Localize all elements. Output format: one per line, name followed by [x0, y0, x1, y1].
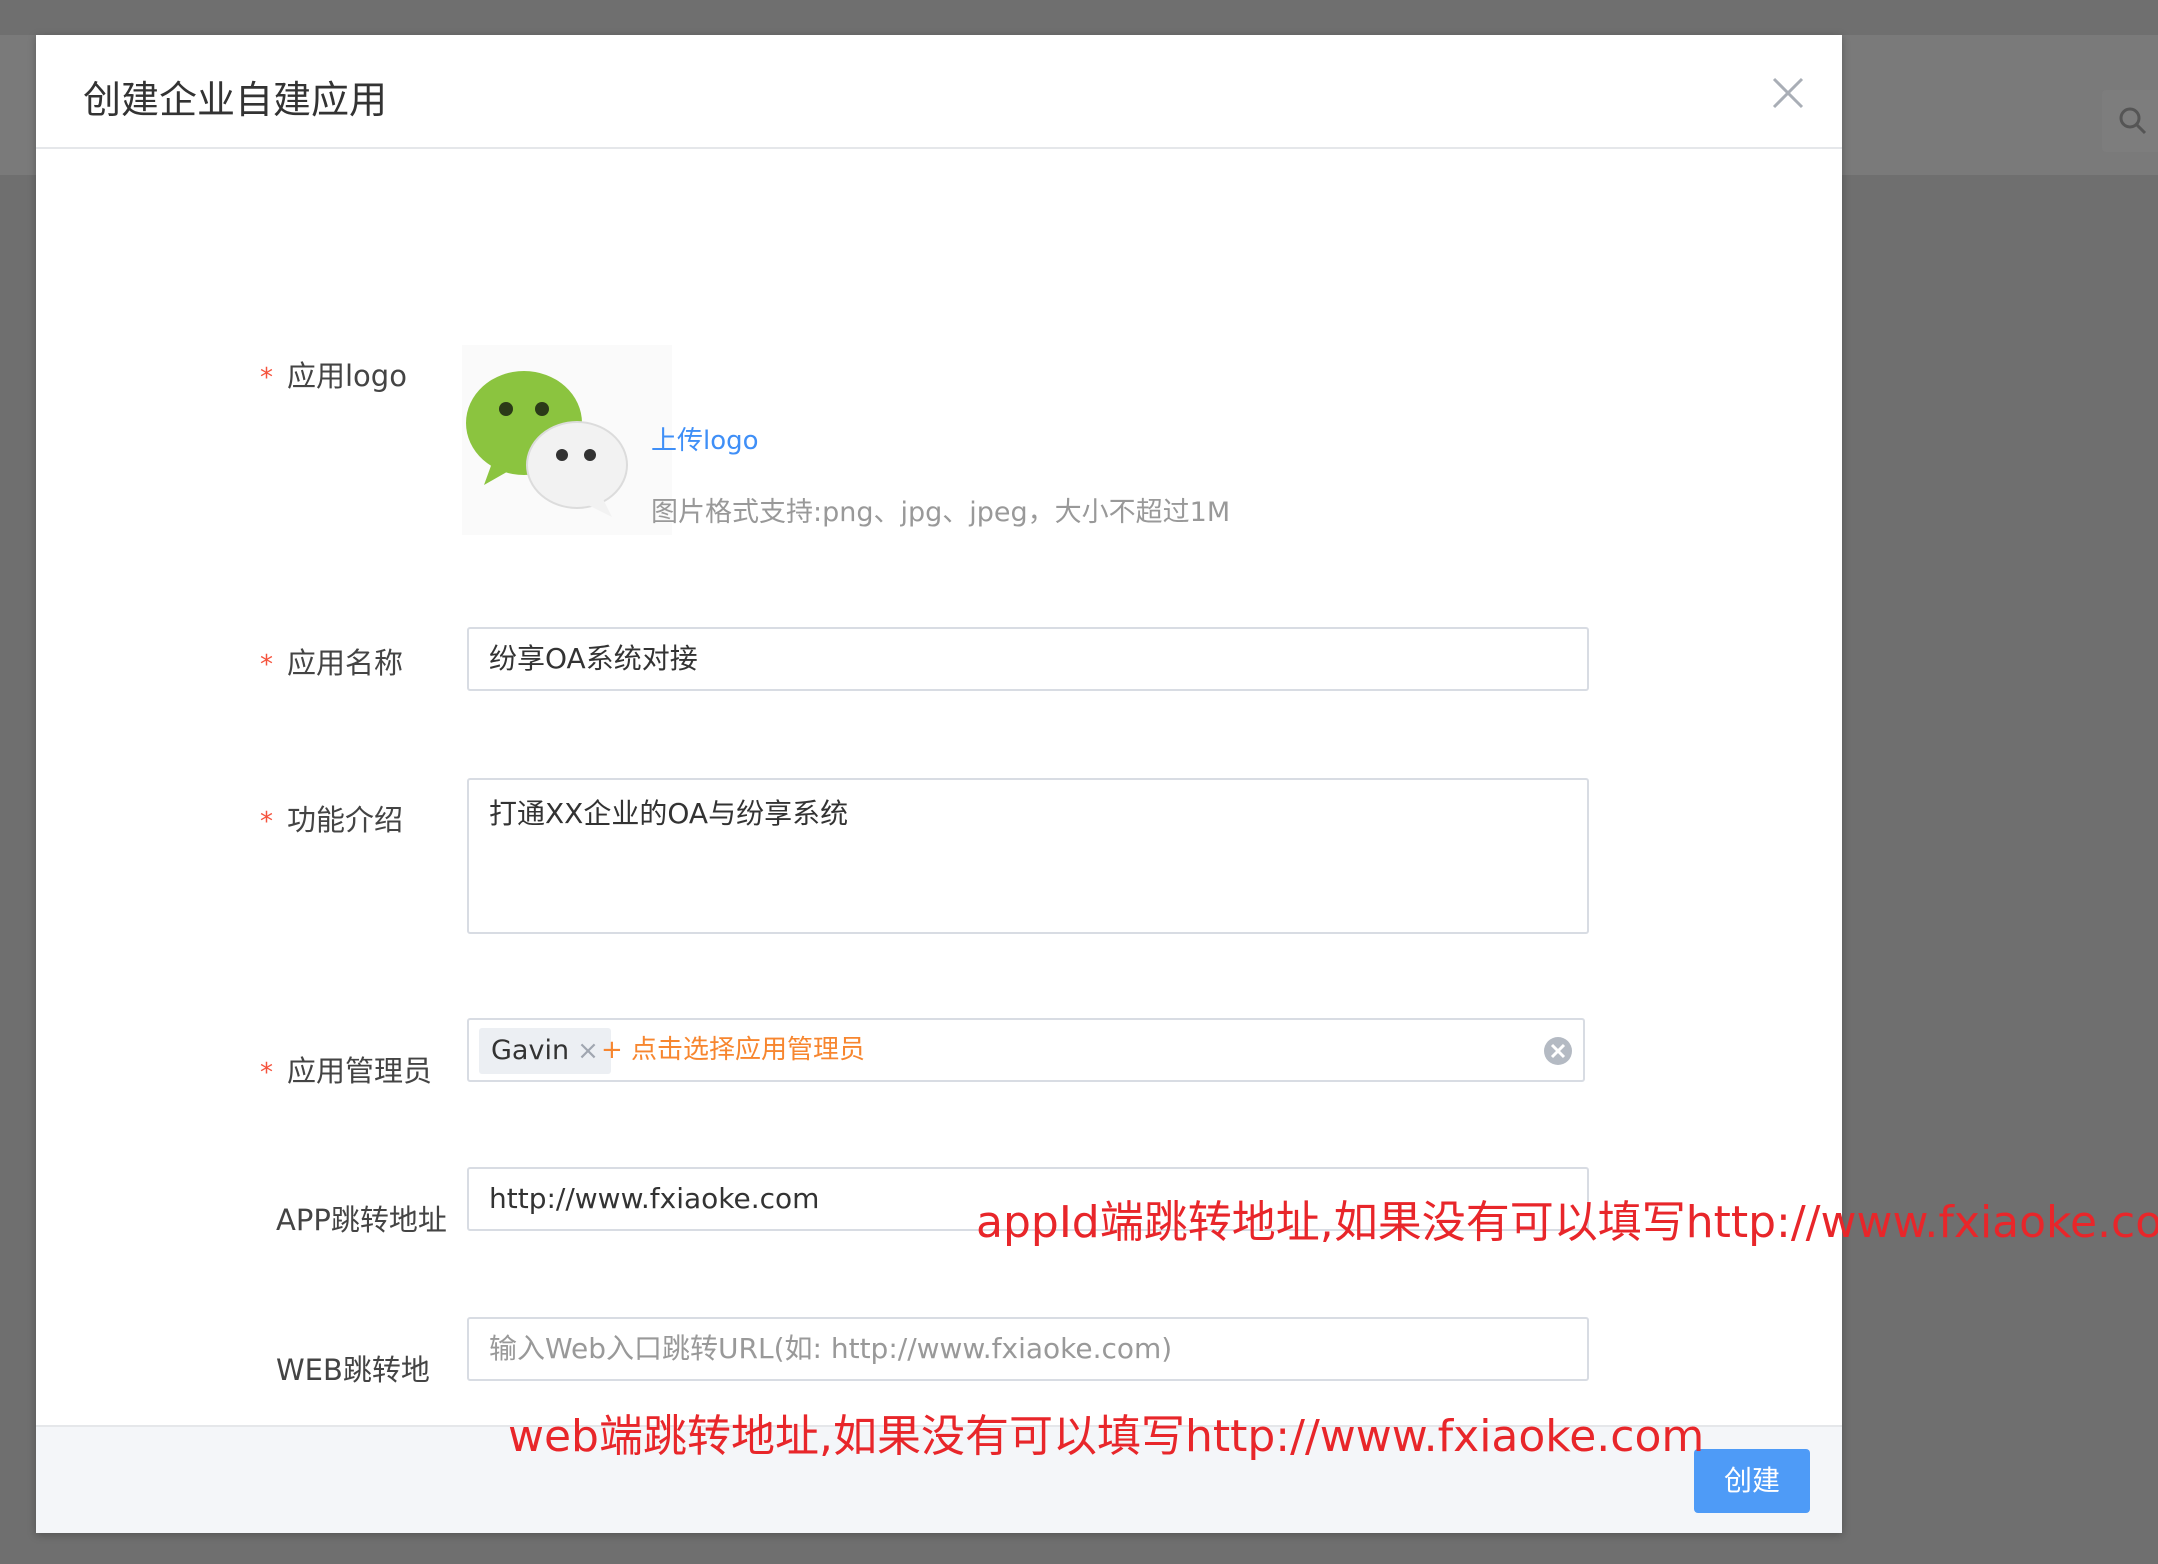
clear-icon[interactable] [1543, 1036, 1573, 1066]
dialog-title: 创建企业自建应用 [83, 78, 388, 122]
admin-tag-label: Gavin [491, 1035, 570, 1066]
admins-label: * 应用管理员 [260, 1054, 433, 1088]
add-admin-link[interactable]: + 点击选择应用管理员 [601, 1020, 865, 1080]
web-url-input[interactable]: 输入Web入口跳转URL(如: http://www.fxiaoke.com) [467, 1317, 1589, 1381]
required-mark: * [260, 363, 273, 393]
required-mark: * [260, 1058, 273, 1088]
create-button[interactable]: 创建 [1694, 1449, 1810, 1513]
upload-logo-link[interactable]: 上传logo [651, 420, 759, 457]
app-name-input[interactable]: 纷享OA系统对接 [467, 627, 1589, 691]
required-mark: * [260, 807, 273, 837]
web-url-annotation: web端跳转地址,如果没有可以填写http://www.fxiaoke.com [508, 1411, 1705, 1462]
upload-format-hint: 图片格式支持:png、jpg、jpeg，大小不超过1M [651, 497, 1231, 528]
create-app-dialog: 创建企业自建应用 * 应用logo 上传logo 图片格式支持:png、jpg、j… [36, 35, 1842, 1533]
wechat-logo-icon[interactable] [462, 345, 672, 535]
dialog-header: 创建企业自建应用 [36, 35, 1842, 149]
description-label: * 功能介绍 [260, 803, 404, 837]
background-search-button [2102, 90, 2158, 152]
app-url-label: APP跳转地址 [276, 1203, 447, 1237]
search-icon [2119, 107, 2147, 135]
web-url-label: WEB跳转地 [276, 1353, 430, 1387]
remove-tag-icon[interactable]: × [577, 1036, 599, 1066]
admins-selector[interactable]: Gavin × + 点击选择应用管理员 [467, 1018, 1585, 1082]
admin-tag: Gavin × [479, 1028, 611, 1074]
app-url-annotation: appId端跳转地址,如果没有可以填写http://www.fxiaoke.co… [976, 1197, 2158, 1248]
logo-label: * 应用logo [260, 359, 407, 393]
app-name-label: * 应用名称 [260, 646, 404, 680]
description-textarea[interactable]: 打通XX企业的OA与纷享系统 [467, 778, 1589, 934]
close-icon[interactable] [1768, 73, 1808, 113]
required-mark: * [260, 650, 273, 680]
